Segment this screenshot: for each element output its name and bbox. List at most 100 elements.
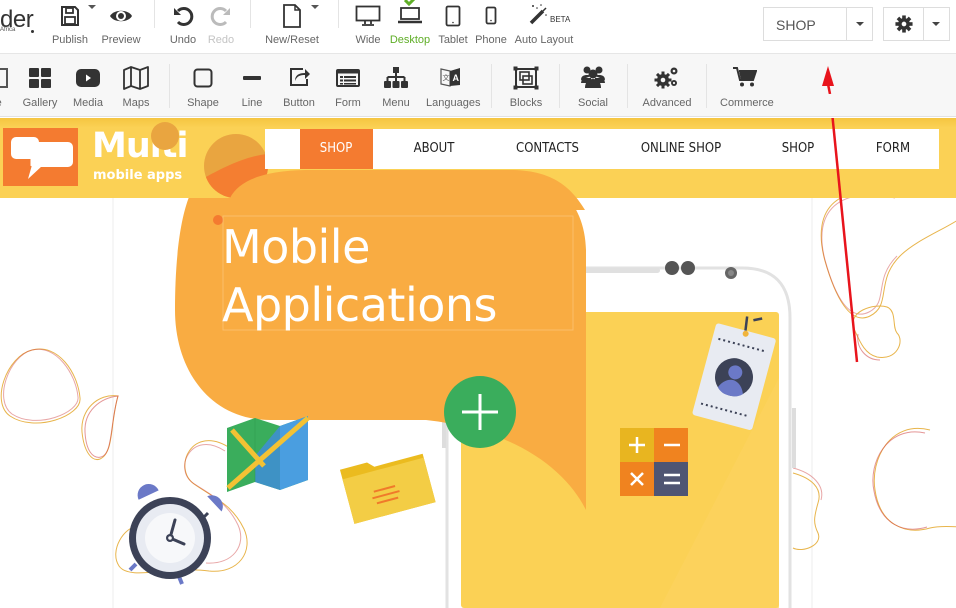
line-label: Line bbox=[241, 97, 263, 109]
users-icon bbox=[581, 66, 605, 88]
button-element-button[interactable]: Button bbox=[283, 54, 315, 117]
svg-text:A: A bbox=[453, 73, 460, 83]
social-label: Social bbox=[578, 97, 608, 109]
line-element-button[interactable]: Line bbox=[237, 54, 267, 117]
gallery-label: Gallery bbox=[22, 97, 58, 109]
save-icon bbox=[61, 6, 79, 26]
beta-badge: BETA bbox=[550, 15, 571, 24]
nav-item-shop[interactable]: SHOP bbox=[300, 129, 373, 169]
brand-logo[interactable] bbox=[3, 128, 78, 186]
languages-label: Languages bbox=[426, 97, 481, 109]
blocks-icon bbox=[513, 66, 539, 90]
shape-element-button[interactable]: Shape bbox=[187, 54, 219, 117]
alarm-clock-illustration bbox=[128, 484, 223, 585]
redo-button[interactable]: Redo bbox=[204, 0, 238, 54]
preview-button[interactable]: Preview bbox=[100, 0, 142, 54]
desktop-label: Desktop bbox=[389, 34, 431, 46]
wide-label: Wide bbox=[355, 34, 381, 46]
phone-view-button[interactable]: Phone bbox=[475, 0, 507, 54]
file-icon bbox=[283, 4, 301, 28]
redo-label: Redo bbox=[207, 34, 235, 46]
annotation-arrowhead bbox=[822, 66, 834, 94]
desktop-view-button[interactable]: Desktop bbox=[388, 0, 432, 54]
translate-icon: A 文 bbox=[440, 68, 460, 87]
media-label: Media bbox=[73, 97, 103, 109]
publish-button[interactable]: Publish bbox=[50, 0, 90, 54]
commerce-label: Commerce bbox=[720, 97, 774, 109]
nav-item-shop-2[interactable]: SHOP bbox=[770, 129, 826, 169]
settings-caret[interactable] bbox=[923, 8, 949, 40]
youtube-icon bbox=[76, 69, 100, 87]
toolbar-separator bbox=[706, 64, 707, 108]
hero-title-line-1: Mobile bbox=[222, 220, 370, 274]
new-reset-dropdown-caret[interactable] bbox=[311, 5, 319, 9]
logo-dot bbox=[31, 30, 34, 33]
commerce-element-button[interactable]: Commerce bbox=[720, 54, 774, 117]
tablet-label: Tablet bbox=[438, 34, 468, 46]
auto-layout-button[interactable]: BETA Auto Layout bbox=[513, 0, 575, 54]
phone-label: Phone bbox=[475, 34, 507, 46]
nav-item-form[interactable]: FORM bbox=[866, 129, 920, 169]
toolbar-separator bbox=[250, 0, 251, 28]
page-select-value: SHOP bbox=[776, 17, 816, 33]
page-select-caret[interactable] bbox=[846, 8, 872, 40]
elements-toolbar: re Gallery Media Maps Shape bbox=[0, 54, 956, 117]
maps-element-button[interactable]: Maps bbox=[121, 54, 151, 117]
undo-button[interactable]: Undo bbox=[166, 0, 200, 54]
publish-dropdown-caret[interactable] bbox=[88, 5, 96, 9]
nav-item-online-shop[interactable]: ONLINE SHOP bbox=[631, 129, 732, 169]
hero-title-line-2: Applications bbox=[222, 278, 498, 332]
phone-icon bbox=[485, 6, 497, 25]
blocks-element-button[interactable]: Blocks bbox=[510, 54, 542, 117]
main-toolbar: der Africa Publish Preview Undo Redo New… bbox=[0, 0, 956, 54]
tablet-icon bbox=[445, 5, 461, 27]
settings-button[interactable] bbox=[883, 7, 950, 41]
editor-canvas[interactable]: Multi mobile apps SHOP ABOUT CONTACTS ON… bbox=[0, 118, 956, 608]
blocks-label: Blocks bbox=[509, 97, 543, 109]
map-icon bbox=[123, 66, 149, 90]
page-select-dropdown[interactable]: SHOP bbox=[763, 7, 873, 41]
menu-label: Menu bbox=[382, 97, 410, 109]
logo-subtext: Africa bbox=[0, 27, 16, 33]
cart-icon bbox=[733, 67, 757, 87]
menu-element-button[interactable]: Menu bbox=[381, 54, 411, 117]
folder-illustration bbox=[339, 453, 436, 524]
line-icon bbox=[243, 76, 261, 80]
maps-label: Maps bbox=[122, 97, 150, 109]
hero-title[interactable]: Mobile Applications bbox=[222, 218, 498, 334]
gallery-icon bbox=[29, 68, 51, 88]
sitemap-icon bbox=[384, 67, 408, 88]
wide-view-button[interactable]: Wide bbox=[352, 0, 384, 54]
tablet-view-button[interactable]: Tablet bbox=[437, 0, 469, 54]
eye-icon bbox=[110, 10, 132, 22]
nav-item-contacts[interactable]: CONTACTS bbox=[505, 129, 591, 169]
gear-icon bbox=[895, 15, 913, 33]
preview-label: Preview bbox=[101, 34, 141, 46]
nav-item-label: SHOP bbox=[320, 141, 353, 156]
button-label: Button bbox=[283, 97, 315, 109]
advanced-element-button[interactable]: Advanced bbox=[643, 54, 691, 117]
advanced-label: Advanced bbox=[642, 97, 692, 109]
chevron-down-icon bbox=[932, 22, 940, 26]
languages-element-button[interactable]: A 文 Languages bbox=[426, 54, 480, 117]
square-icon bbox=[193, 68, 213, 88]
speech-bubble-top bbox=[200, 170, 585, 210]
gallery-element-button[interactable]: Gallery bbox=[23, 54, 57, 117]
auto-layout-label: Auto Layout bbox=[514, 34, 574, 46]
share-button-icon bbox=[290, 68, 310, 86]
picture-icon bbox=[0, 68, 8, 88]
map-illustration bbox=[226, 416, 310, 492]
form-element-button[interactable]: Form bbox=[333, 54, 363, 117]
cogs-icon bbox=[654, 67, 678, 89]
magic-wand-icon bbox=[529, 4, 547, 25]
social-element-button[interactable]: Social bbox=[578, 54, 608, 117]
media-element-button[interactable]: Media bbox=[73, 54, 103, 117]
calculator-illustration bbox=[620, 428, 688, 496]
picture-element-button[interactable]: re bbox=[0, 54, 12, 117]
toolbar-separator bbox=[169, 64, 170, 108]
svg-text:文: 文 bbox=[443, 73, 450, 82]
settings-gear-button[interactable] bbox=[884, 8, 924, 40]
publish-label: Publish bbox=[51, 34, 89, 46]
undo-label: Undo bbox=[169, 34, 197, 46]
nav-item-about[interactable]: ABOUT bbox=[399, 129, 469, 169]
